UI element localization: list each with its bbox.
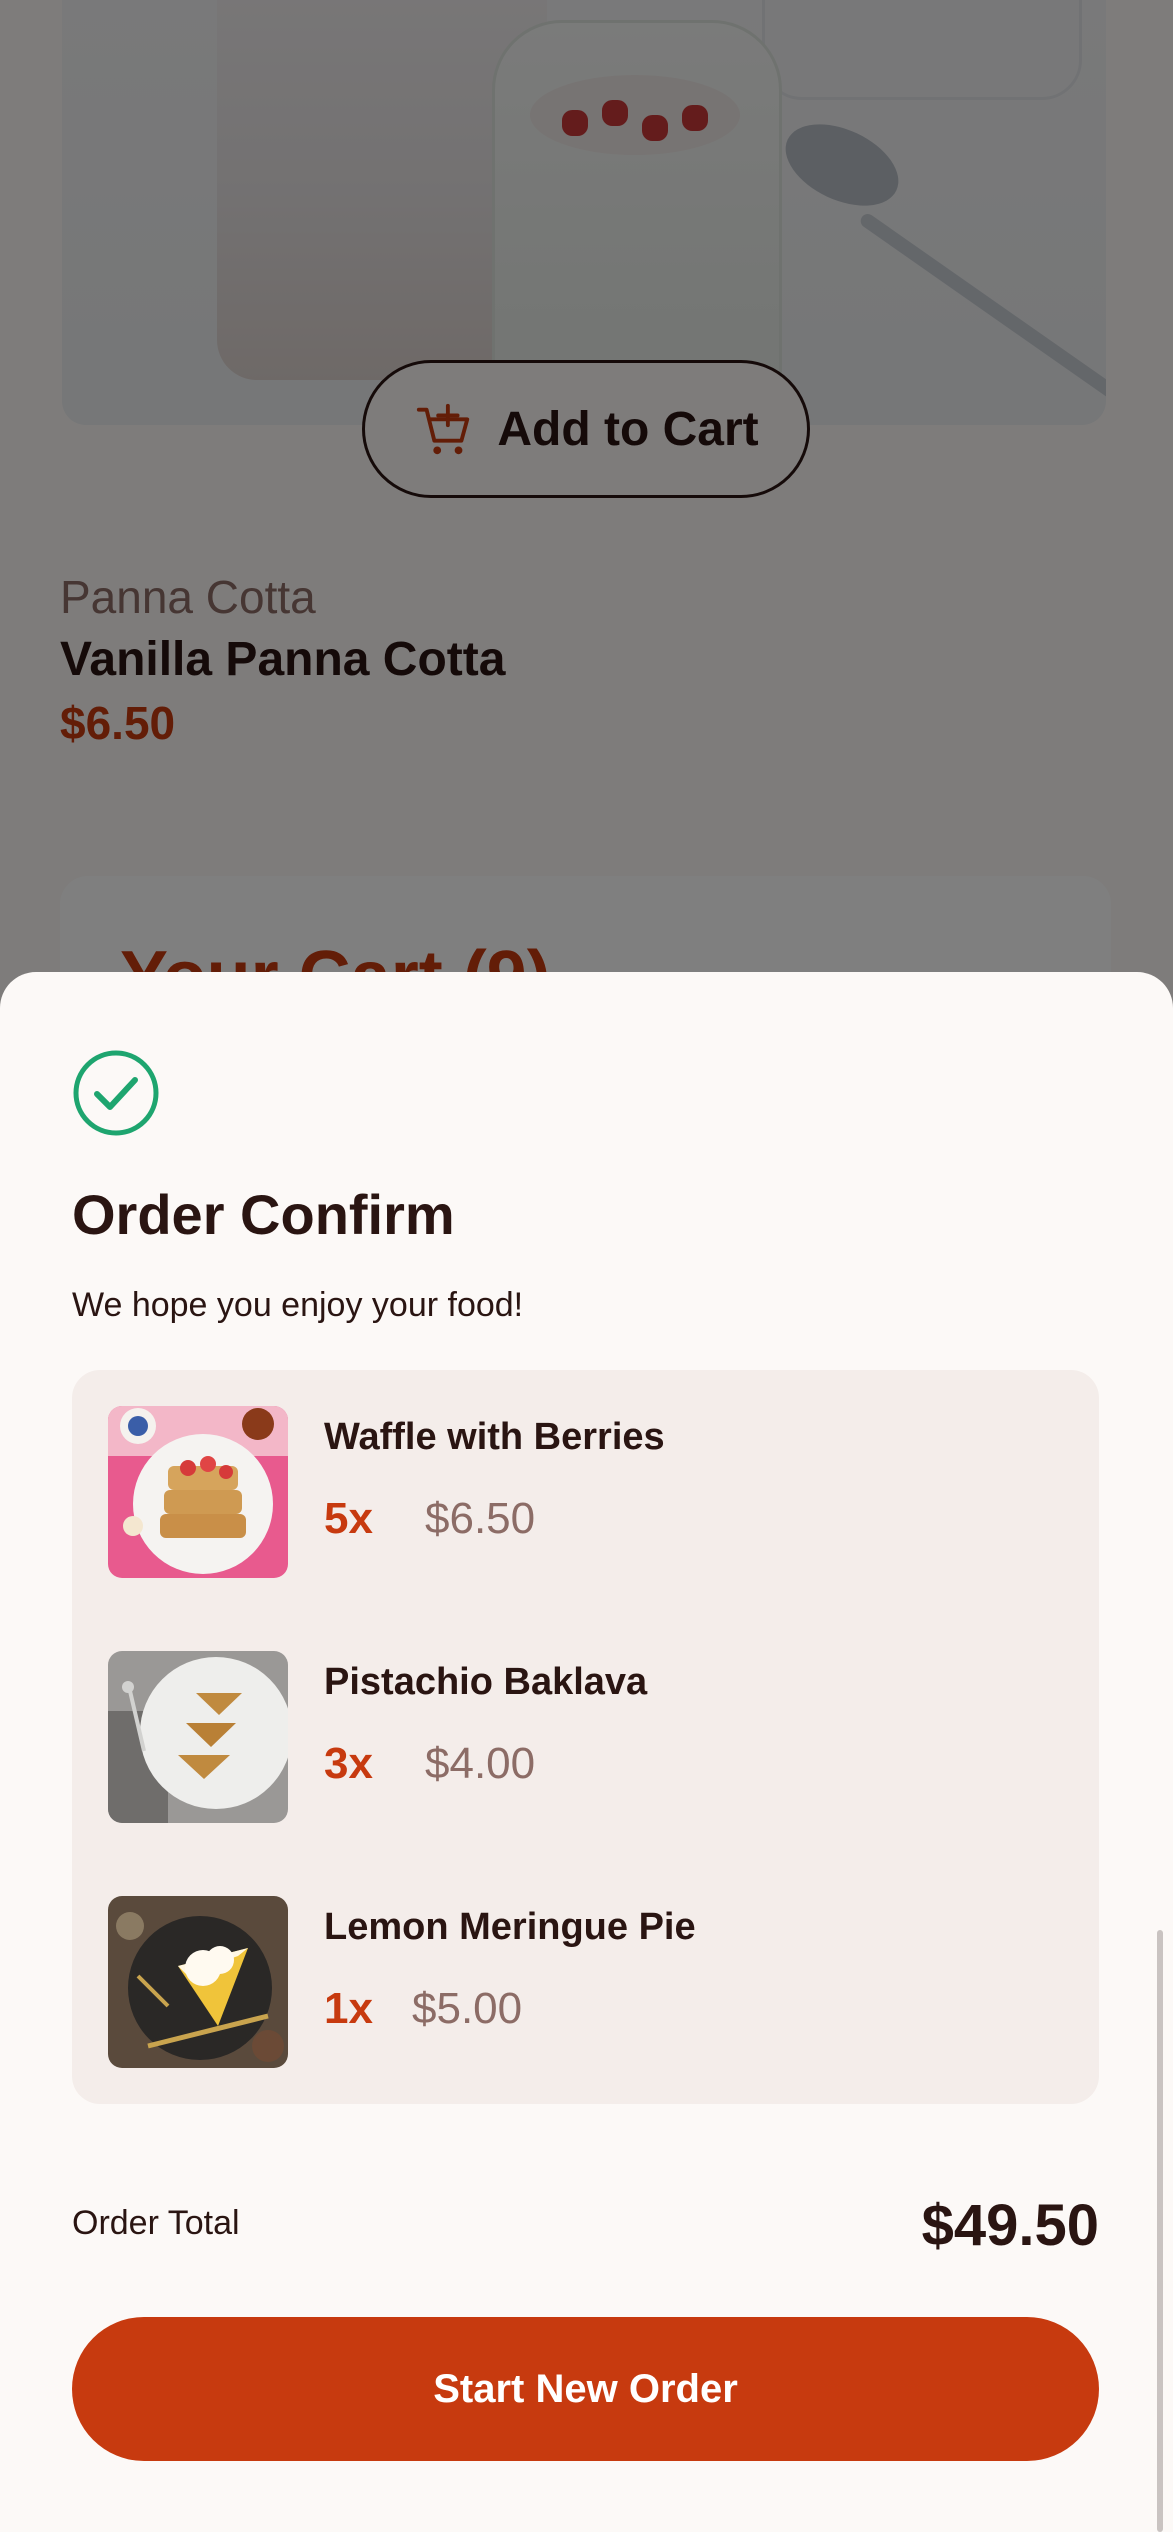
order-items-list: Waffle with Berries 5x $6.50 Pistachio B… (72, 1370, 1099, 2104)
order-total-label: Order Total (72, 2204, 240, 2242)
modal-subtitle: We hope you enjoy your food! (72, 1286, 524, 1324)
list-item: Pistachio Baklava 3x $4.00 (108, 1651, 1068, 1823)
item-thumbnail (108, 1651, 288, 1823)
item-thumbnail (108, 1406, 288, 1578)
item-price: $4.00 (425, 1739, 536, 1788)
item-quantity: 3x (324, 1739, 373, 1788)
item-name: Lemon Meringue Pie (324, 1906, 696, 1948)
list-item: Lemon Meringue Pie 1x $5.00 (108, 1896, 1068, 2068)
check-circle-icon (73, 1050, 159, 1136)
item-name: Waffle with Berries (324, 1416, 665, 1458)
order-confirm-modal: Order Confirm We hope you enjoy your foo… (0, 972, 1173, 2532)
item-thumbnail (108, 1896, 288, 2068)
order-total-value: $49.50 (921, 2193, 1099, 2258)
item-price: $5.00 (412, 1984, 523, 2033)
item-quantity: 5x (324, 1494, 373, 1543)
scrollbar[interactable] (1157, 1930, 1163, 2532)
item-name: Pistachio Baklava (324, 1661, 648, 1703)
item-price: $6.50 (425, 1494, 536, 1543)
start-new-order-button[interactable]: Start New Order (72, 2317, 1099, 2461)
modal-title: Order Confirm (72, 1183, 455, 1246)
item-quantity: 1x (324, 1984, 373, 2033)
list-item: Waffle with Berries 5x $6.50 (108, 1406, 1068, 1578)
